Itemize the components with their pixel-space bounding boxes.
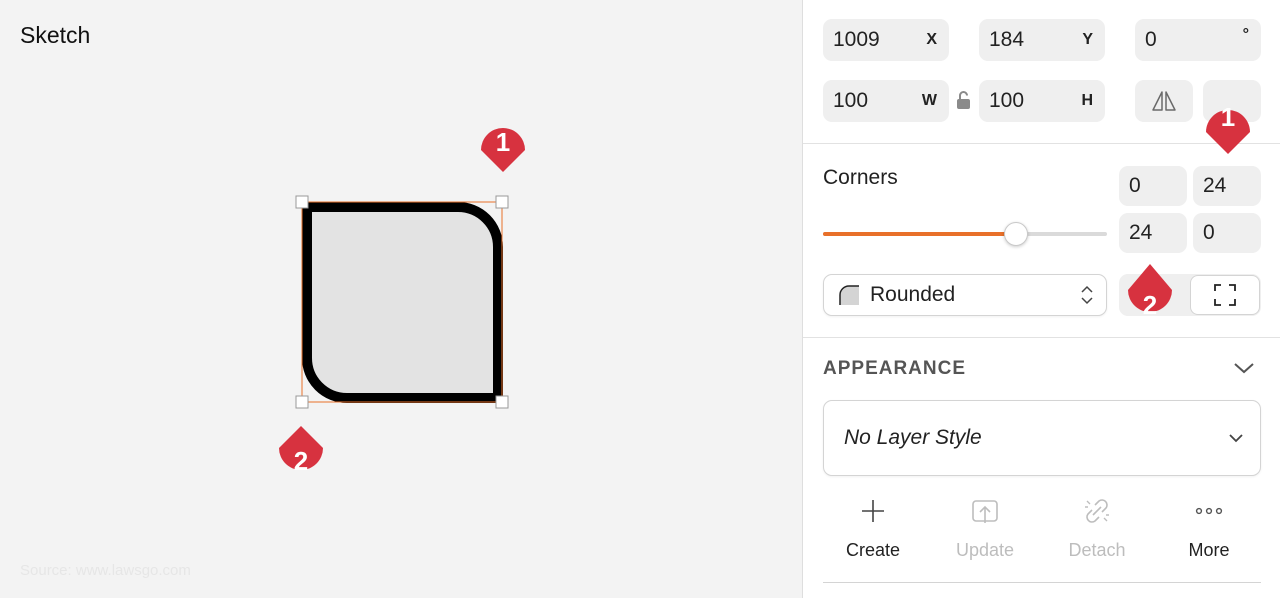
chevron-down-icon[interactable] — [1233, 360, 1255, 376]
callout-badge-2: 2 — [272, 424, 330, 482]
width-value: 100 — [833, 89, 869, 112]
x-position-field[interactable]: 1009 X — [823, 19, 949, 61]
corner-radius-top-left-value: 0 — [1129, 174, 1141, 197]
y-value: 184 — [989, 28, 1025, 51]
corner-radius-bottom-left-field[interactable]: 24 — [1119, 213, 1187, 253]
slider-knob[interactable] — [1004, 222, 1029, 246]
more-label: More — [1188, 540, 1230, 560]
resize-handle-top-left — [295, 195, 309, 209]
rotation-field[interactable]: 0 ° — [1135, 19, 1261, 61]
corner-radius-bottom-right-value: 0 — [1203, 221, 1215, 244]
watermark: Source: www.lawsgo.com — [20, 562, 191, 579]
corner-radius-slider[interactable] — [823, 222, 1107, 246]
app-title: Sketch — [20, 22, 91, 48]
corner-style-select[interactable]: Rounded — [823, 274, 1107, 316]
inspector-panel: 1009 X 184 Y 0 ° 100 W 100 H 1 Corners 0… — [802, 0, 1280, 598]
layer-style-value: No Layer Style — [844, 426, 982, 449]
create-label: Create — [845, 540, 901, 560]
unlink-icon — [1085, 499, 1109, 523]
more-actions-button[interactable]: More — [1153, 494, 1265, 561]
appearance-section-title: APPEARANCE — [823, 358, 967, 379]
x-value: 1009 — [833, 28, 880, 51]
height-field[interactable]: 100 H — [979, 80, 1105, 122]
resize-handle-top-right — [495, 195, 509, 209]
corner-radius-top-right-value: 24 — [1203, 174, 1227, 197]
corner-radius-bottom-right-field[interactable]: 0 — [1193, 213, 1261, 253]
upload-icon — [972, 500, 998, 523]
height-unit-label: H — [1081, 92, 1093, 109]
callout-number: 1 — [1220, 101, 1236, 132]
corner-radius-bottom-left-value: 24 — [1129, 221, 1153, 244]
callout-number: 1 — [495, 126, 511, 157]
update-label: Update — [955, 540, 1015, 560]
plus-icon — [862, 500, 884, 522]
y-position-field[interactable]: 184 Y — [979, 19, 1105, 61]
width-unit-label: W — [921, 92, 937, 109]
layer-style-select[interactable]: No Layer Style — [823, 400, 1261, 476]
more-icon — [1195, 507, 1223, 515]
y-unit-label: Y — [1082, 31, 1093, 48]
height-value: 100 — [989, 89, 1025, 112]
section-divider — [803, 337, 1280, 338]
corner-radius-top-right-field[interactable]: 24 — [1193, 166, 1261, 206]
callout-badge-1: 1 — [474, 116, 532, 174]
create-style-button[interactable]: Create — [817, 494, 929, 561]
up-down-chevron-icon — [1081, 285, 1093, 305]
chevron-down-icon — [1229, 434, 1243, 443]
detach-label: Detach — [1068, 540, 1126, 560]
rectangle-shape — [302, 202, 503, 403]
corner-radius-top-left-field[interactable]: 0 — [1119, 166, 1187, 206]
width-field[interactable]: 100 W — [823, 80, 949, 122]
flip-horizontal-button[interactable] — [1135, 80, 1193, 122]
resize-handle-bottom-right — [495, 395, 509, 409]
corner-style-value: Rounded — [870, 283, 956, 306]
section-divider — [823, 582, 1261, 583]
callout-number: 2 — [1142, 289, 1158, 320]
independent-corners-button[interactable] — [1190, 275, 1260, 315]
detach-style-button[interactable]: Detach — [1041, 494, 1153, 561]
corners-label: Corners — [823, 166, 898, 189]
rounded-corner-icon — [839, 285, 859, 305]
callout-number: 2 — [293, 445, 309, 476]
update-style-button[interactable]: Update — [929, 494, 1041, 561]
callout-badge-2: 2 — [1121, 264, 1179, 322]
unlock-icon[interactable] — [956, 90, 972, 110]
callout-badge-1: 1 — [1199, 90, 1257, 154]
x-unit-label: X — [926, 31, 937, 48]
selected-rectangle[interactable] — [290, 190, 516, 416]
flip-horizontal-icon — [1152, 91, 1176, 111]
resize-handle-bottom-left — [295, 395, 309, 409]
expand-corners-icon — [1214, 284, 1236, 306]
canvas[interactable]: Sketch 1 2 Source: www.lawsgo.com — [0, 0, 802, 598]
rotation-value: 0 — [1145, 28, 1157, 51]
degree-unit-label: ° — [1242, 26, 1249, 43]
slider-fill — [823, 232, 1017, 236]
